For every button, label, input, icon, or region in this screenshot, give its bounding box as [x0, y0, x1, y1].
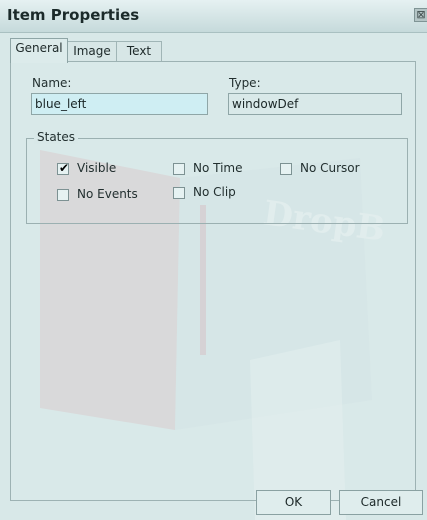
- type-field: windowDef: [228, 93, 402, 115]
- ok-button[interactable]: OK: [256, 490, 331, 515]
- no-cursor-label[interactable]: No Cursor: [300, 161, 360, 175]
- no-time-checkbox[interactable]: [173, 163, 185, 175]
- cancel-button[interactable]: Cancel: [339, 490, 423, 515]
- tab-general[interactable]: General: [10, 38, 68, 63]
- name-label: Name:: [32, 76, 72, 90]
- close-button[interactable]: ⊠: [414, 8, 427, 22]
- no-clip-label[interactable]: No Clip: [193, 185, 236, 199]
- no-events-checkbox[interactable]: [57, 189, 69, 201]
- title-bar: Item Properties ⊠: [0, 0, 427, 33]
- item-properties-dialog: DropB Item Properties ⊠ General Image Te…: [0, 0, 427, 520]
- no-time-label[interactable]: No Time: [193, 161, 243, 175]
- close-icon: ⊠: [416, 8, 426, 21]
- general-tab-panel: [10, 61, 416, 501]
- checkmark-icon: ✔: [59, 161, 70, 175]
- window-title: Item Properties: [7, 6, 140, 24]
- no-cursor-checkbox[interactable]: [280, 163, 292, 175]
- states-legend: States: [34, 130, 79, 144]
- type-label: Type:: [229, 76, 261, 90]
- visible-label[interactable]: Visible: [77, 161, 116, 175]
- tab-image[interactable]: Image: [67, 41, 117, 61]
- name-field[interactable]: blue_left: [31, 93, 208, 115]
- tab-text[interactable]: Text: [116, 41, 162, 61]
- no-clip-checkbox[interactable]: [173, 187, 185, 199]
- no-events-label[interactable]: No Events: [77, 187, 138, 201]
- states-groupbox: [26, 138, 408, 224]
- visible-checkbox[interactable]: ✔: [57, 161, 70, 175]
